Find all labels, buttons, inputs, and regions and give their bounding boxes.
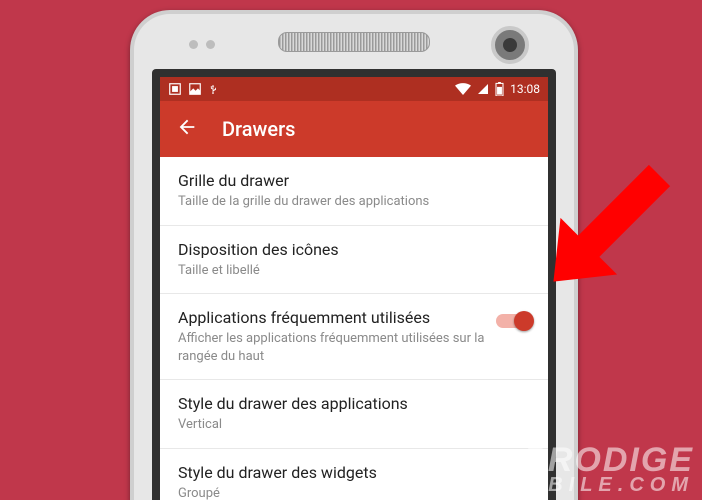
item-title: Style du drawer des applications [178,394,530,413]
item-disposition-icones[interactable]: Disposition des icônes Taille et libellé [160,226,548,295]
toggle-apps-frequentes[interactable] [496,314,530,328]
item-title: Disposition des icônes [178,240,530,259]
earpiece-speaker [278,32,430,52]
wifi-icon [455,83,471,95]
status-bar: 13:08 [160,77,548,101]
back-button[interactable] [176,116,198,142]
item-title: Applications fréquemment utilisées [178,308,488,327]
item-apps-frequentes[interactable]: Applications fréquemment utilisées Affic… [160,294,548,380]
page-title: Drawers [222,117,295,141]
sensor-dots [189,40,215,49]
toggle-knob [514,311,534,331]
front-camera [491,26,529,64]
screenshot-icon [168,82,182,96]
watermark-line2: MOBILE.COM [504,476,694,494]
item-subtitle: Taille de la grille du drawer des applic… [178,193,530,211]
usb-icon [208,82,218,96]
phone-frame: 13:08 Drawers Grille du drawer Taille de… [130,10,578,500]
watermark: PRODIGE MOBILE.COM [504,445,694,494]
item-subtitle: Taille et libellé [178,262,530,280]
item-style-drawer-apps[interactable]: Style du drawer des applications Vertica… [160,380,548,449]
item-subtitle: Afficher les applications fréquemment ut… [178,330,488,365]
screen-bezel: 13:08 Drawers Grille du drawer Taille de… [152,69,556,500]
status-time: 13:08 [510,82,540,96]
item-subtitle: Groupé [178,485,530,500]
item-subtitle: Vertical [178,416,530,434]
signal-icon [477,83,489,95]
item-style-drawer-widgets[interactable]: Style du drawer des widgets Groupé [160,449,548,500]
item-title: Style du drawer des widgets [178,463,530,482]
screen: 13:08 Drawers Grille du drawer Taille de… [160,77,548,500]
battery-icon [495,82,504,96]
item-title: Grille du drawer [178,171,530,190]
app-bar: Drawers [160,101,548,157]
item-grille-drawer[interactable]: Grille du drawer Taille de la grille du … [160,157,548,226]
watermark-line1: PRODIGE [504,445,694,476]
phone-top [134,14,574,69]
settings-list: Grille du drawer Taille de la grille du … [160,157,548,500]
image-icon [188,82,202,96]
